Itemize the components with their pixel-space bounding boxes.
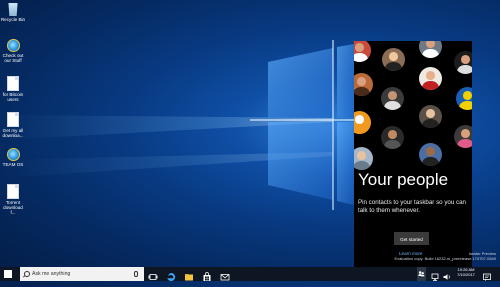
desktop-icon-label: Recycle Bin (0, 17, 26, 22)
start-button[interactable] (4, 270, 12, 278)
contact-avatar (419, 67, 442, 90)
microphone-icon[interactable] (133, 271, 138, 277)
contact-avatar (419, 143, 442, 166)
desktop-icon-label: Check out our Stuff (2, 53, 24, 64)
task-view-icon[interactable] (148, 269, 158, 280)
file-explorer-icon[interactable] (184, 269, 194, 281)
document-icon (7, 184, 19, 199)
contact-avatar (456, 87, 472, 110)
document-icon (7, 112, 19, 127)
search-box[interactable]: Ask me anything (20, 267, 144, 281)
contact-avatar (381, 87, 404, 110)
desktop-icon-check-out[interactable]: Check out our Stuff (0, 39, 26, 63)
internet-explorer-icon (6, 39, 20, 52)
people-flyout: Your people Pin contacts to your taskbar… (354, 41, 472, 268)
action-center-icon[interactable] (482, 269, 492, 281)
search-placeholder: Ask me anything (32, 271, 71, 277)
clock-date: 7/10/2017 (457, 271, 475, 277)
desktop-icon-team-os[interactable]: TEAM OS (0, 148, 26, 167)
network-icon[interactable] (430, 269, 440, 281)
desktop-icon-label: Get my all downloa... (2, 128, 24, 139)
edge-icon[interactable] (166, 269, 176, 281)
watermark-line-2: Evaluation copy. Build 16232.rs_prerelea… (394, 255, 496, 261)
people-title: Your people (358, 170, 449, 189)
contact-avatar (454, 51, 472, 74)
desktop-icon-label: TEAM OS (2, 162, 24, 167)
contact-avatar (382, 48, 405, 71)
desktop-icon-bitcoin[interactable]: for Bitcoin users (0, 76, 26, 102)
search-icon (24, 271, 30, 277)
people-taskbar-button[interactable] (417, 267, 426, 281)
mail-icon[interactable] (220, 269, 230, 281)
contact-avatar (381, 126, 404, 149)
windows-logo-icon (4, 270, 8, 274)
contact-avatar (354, 147, 373, 170)
document-icon (7, 76, 19, 91)
recycle-bin-icon (8, 3, 18, 16)
desktop-icon-recycle-bin[interactable]: Recycle Bin (0, 3, 26, 22)
volume-icon[interactable] (442, 269, 452, 280)
contact-avatar (454, 125, 472, 148)
desktop-icon-label: Torrent download f... (3, 200, 23, 216)
desktop-icon-torrent[interactable]: Torrent download f... (0, 184, 26, 216)
contact-avatar (354, 41, 371, 62)
get-started-button[interactable]: Get started (394, 232, 429, 245)
contact-avatar (419, 105, 442, 128)
store-icon[interactable] (202, 269, 212, 281)
contact-avatar (354, 111, 371, 134)
desktop-icon-downloads[interactable]: Get my all downloa... (0, 112, 26, 138)
evaluation-watermark: Insider Preview Evaluation copy. Build 1… (394, 251, 496, 261)
clock[interactable]: 10:26 AM 7/10/2017 (455, 267, 477, 277)
people-description: Pin contacts to your taskbar so you can … (358, 199, 466, 214)
contact-avatar (419, 41, 442, 58)
contact-avatar (354, 73, 373, 96)
desktop-icon-label: for Bitcoin users (2, 92, 24, 103)
internet-explorer-icon (6, 148, 20, 161)
